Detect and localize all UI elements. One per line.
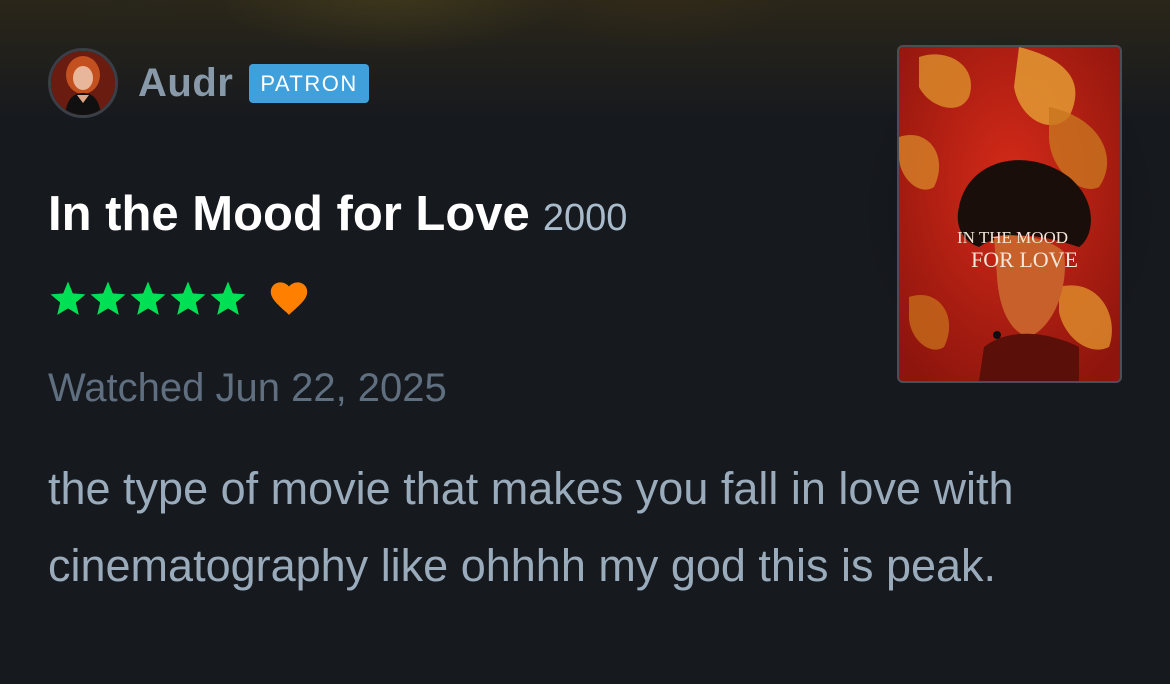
poster-artwork-icon xyxy=(899,47,1120,381)
star-icon xyxy=(170,281,206,315)
heart-icon xyxy=(270,282,308,315)
poster-title-line1: IN THE MOOD xyxy=(956,228,1069,247)
author-name[interactable]: Audr xyxy=(138,61,233,106)
star-icon xyxy=(90,281,126,315)
star-icon xyxy=(50,281,86,315)
review-card: Audr PATRON In the Mood for Love 2000 Wa… xyxy=(0,0,1170,684)
watched-date: Watched Jun 22, 2025 xyxy=(48,366,447,410)
poster-title: IN THE MOOD FOR LOVE xyxy=(899,227,1120,271)
film-title[interactable]: In the Mood for Love xyxy=(48,187,530,241)
rating-row xyxy=(48,279,308,319)
film-heading: In the Mood for Love 2000 xyxy=(48,186,627,242)
poster-title-line2: FOR LOVE xyxy=(971,247,1078,272)
avatar[interactable] xyxy=(48,48,118,118)
review-author[interactable]: Audr PATRON xyxy=(48,45,369,121)
patron-badge: PATRON xyxy=(249,63,369,103)
review-text: the type of movie that makes you fall in… xyxy=(48,463,1014,591)
film-year[interactable]: 2000 xyxy=(543,197,628,239)
film-poster[interactable]: IN THE MOOD FOR LOVE xyxy=(897,45,1122,383)
star-icon xyxy=(210,281,246,315)
avatar-photo-icon xyxy=(51,51,115,115)
star-rating xyxy=(48,279,248,319)
star-icon xyxy=(130,281,166,315)
